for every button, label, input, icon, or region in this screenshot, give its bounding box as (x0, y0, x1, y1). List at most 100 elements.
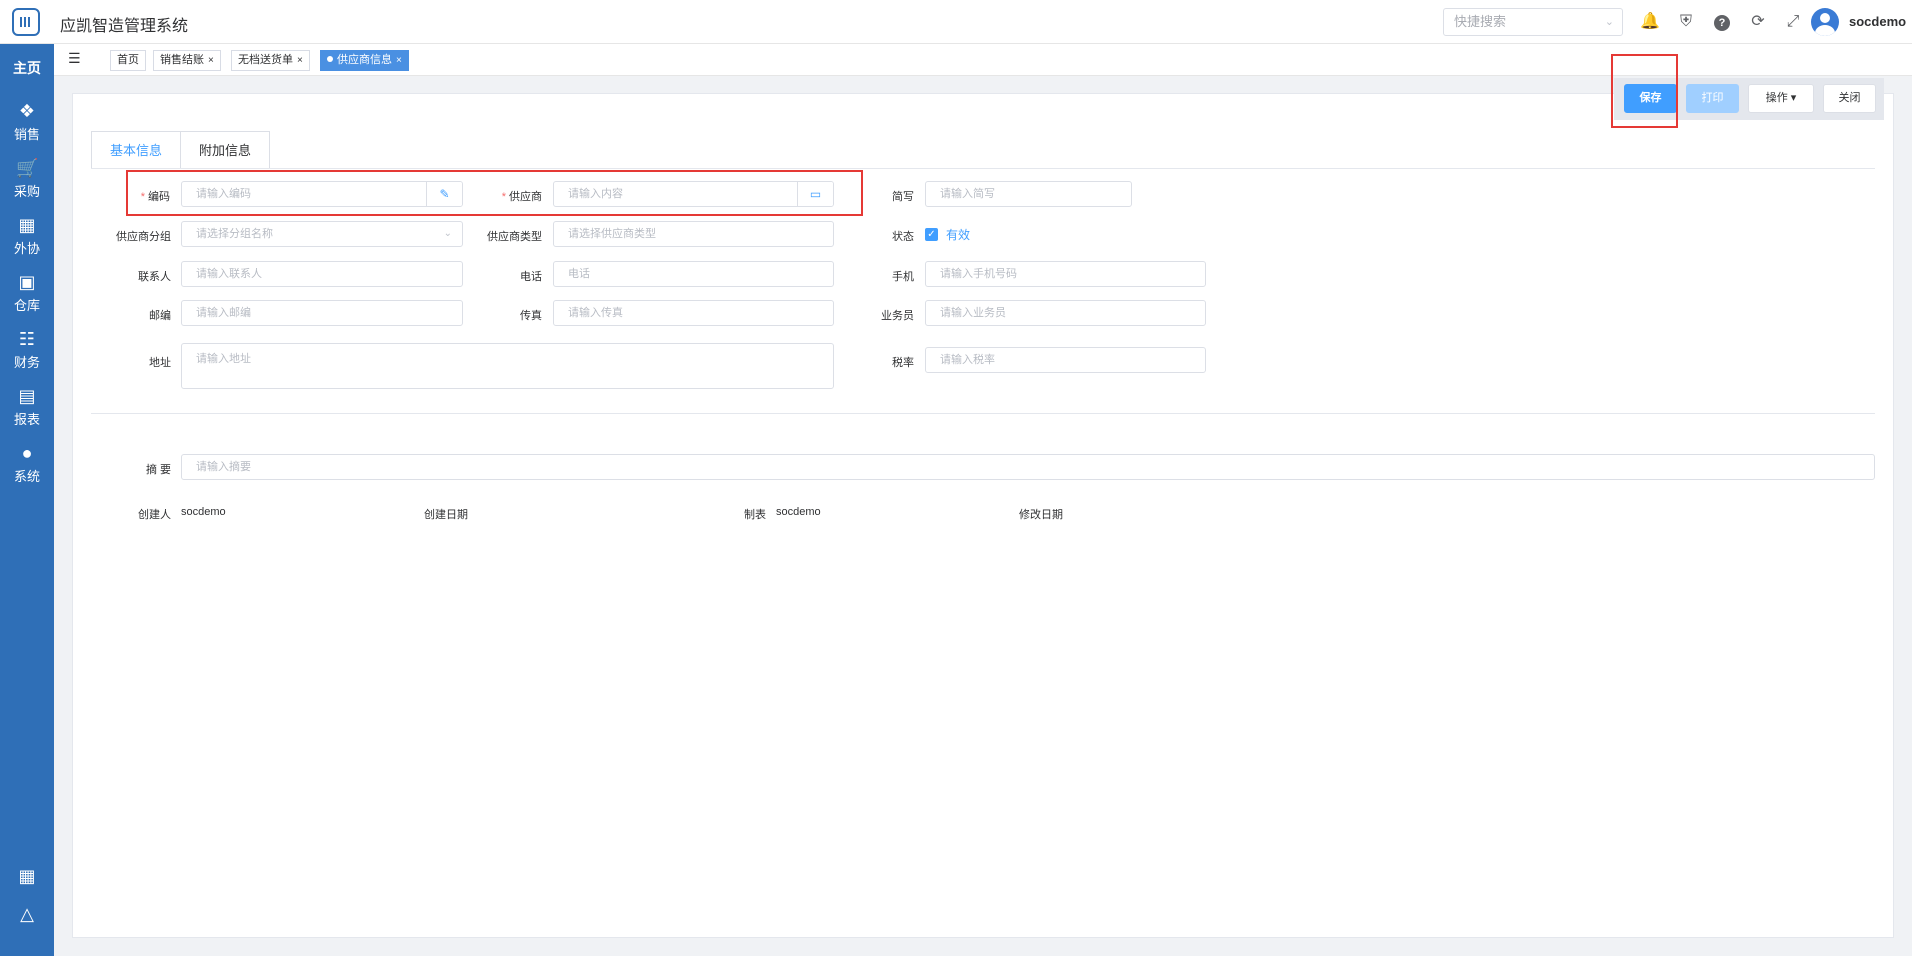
sidebar-item-label: 系统 (13, 469, 40, 484)
sidebar-item-sales[interactable]: ❖ 销售 (0, 100, 54, 143)
tab-sales-settle[interactable]: 销售结账 × (153, 50, 221, 71)
status-value[interactable]: 有效 (946, 226, 970, 243)
close-icon[interactable]: × (297, 55, 303, 66)
status-label: 状态 (892, 231, 914, 243)
group-placeholder: 请选择分组名称 (196, 228, 273, 240)
contact-label: 联系人 (138, 271, 171, 283)
chevron-down-icon: ⌄ (1604, 16, 1614, 28)
fullscreen-icon[interactable]: ⤢ (1783, 12, 1803, 32)
close-icon[interactable]: × (396, 55, 402, 66)
users-icon: ❖ (18, 101, 36, 121)
salesman-placeholder: 请输入业务员 (940, 307, 1006, 319)
type-label: 供应商类型 (487, 231, 542, 243)
zip-label: 邮编 (149, 310, 171, 322)
menu-collapse-icon[interactable]: ☰ (68, 50, 81, 67)
network-icon[interactable]: △ (0, 904, 54, 925)
shield-icon[interactable]: ⛨ (1676, 12, 1696, 32)
fax-label: 传真 (520, 310, 542, 322)
sidebar-item-outsource[interactable]: ▦ 外协 (0, 214, 54, 257)
sidebar-item-label: 财务 (13, 355, 40, 370)
summary-placeholder: 请输入摘要 (196, 461, 251, 473)
content-card (72, 93, 1894, 938)
address-label: 地址 (149, 357, 171, 369)
phone-input[interactable]: 电话 (553, 261, 834, 287)
sidebar-item-report[interactable]: ▤ 报表 (0, 385, 54, 428)
operate-dropdown-button[interactable]: 操作 ▾ (1748, 84, 1814, 113)
sidebar-item-label: 报表 (13, 412, 40, 427)
sidebar-item-label: 销售 (13, 127, 40, 142)
bell-icon[interactable]: 🔔 (1640, 12, 1660, 32)
outsource-icon: ▦ (18, 215, 36, 235)
tab-divider (91, 168, 1875, 169)
tax-label: 税率 (892, 357, 914, 369)
abbr-placeholder: 请输入简写 (940, 188, 995, 200)
highlight-box-fields (126, 170, 863, 216)
tab-home[interactable]: 首页 (110, 50, 146, 71)
summary-label: 摘 要 (145, 464, 171, 476)
tab-label: 首页 (117, 54, 139, 66)
maker-label: 制表 (744, 509, 766, 521)
tab-delivery[interactable]: 无档送货单 × (231, 50, 310, 71)
quick-search-placeholder: 快捷搜索 (1454, 14, 1507, 29)
help-icon[interactable]: ? (1712, 12, 1732, 32)
group-select[interactable]: 请选择分组名称 ⌄ (181, 221, 463, 247)
zip-input[interactable]: 请输入邮编 (181, 300, 463, 326)
barcode-logo-icon (12, 8, 40, 36)
salesman-label: 业务员 (881, 310, 914, 322)
salesman-input[interactable]: 请输入业务员 (925, 300, 1206, 326)
tab-supplier-info[interactable]: 供应商信息 × (320, 50, 409, 71)
tab-basic-info[interactable]: 基本信息 (92, 132, 182, 169)
top-bar: 应凯智造管理系统 快捷搜索 ⌄ 🔔 ⛨ ? ⟳ ⤢ socdemo (0, 0, 1912, 44)
abbr-label: 简写 (892, 191, 914, 203)
modified-date-label: 修改日期 (1019, 509, 1063, 521)
sidebar-item-purchase[interactable]: 🛒 采购 (0, 157, 54, 200)
tab-extra-info[interactable]: 附加信息 (181, 132, 269, 169)
address-textarea[interactable]: 请输入地址 (181, 343, 834, 389)
sidebar-item-finance[interactable]: ☷ 财务 (0, 328, 54, 371)
type-placeholder: 请选择供应商类型 (568, 228, 656, 240)
zip-placeholder: 请输入邮编 (196, 307, 251, 319)
status-checkbox[interactable]: ✓ (925, 228, 938, 241)
quick-search-select[interactable]: 快捷搜索 ⌄ (1443, 8, 1623, 36)
close-button[interactable]: 关闭 (1823, 84, 1876, 113)
abbr-input[interactable]: 请输入简写 (925, 181, 1132, 207)
person-icon: ● (21, 443, 33, 463)
tax-placeholder: 请输入税率 (940, 354, 995, 366)
contact-placeholder: 请输入联系人 (196, 268, 262, 280)
form-tabs: 基本信息 附加信息 (91, 131, 271, 169)
sidebar-item-label: 外协 (13, 241, 40, 256)
grid-icon[interactable]: ▦ (0, 866, 54, 887)
mobile-input[interactable]: 请输入手机号码 (925, 261, 1206, 287)
phone-placeholder: 电话 (568, 268, 590, 280)
contact-input[interactable]: 请输入联系人 (181, 261, 463, 287)
print-button[interactable]: 打印 (1686, 84, 1739, 113)
phone-label: 电话 (520, 271, 542, 283)
cart-icon: 🛒 (16, 158, 39, 178)
avatar[interactable] (1811, 8, 1839, 36)
summary-input[interactable]: 请输入摘要 (181, 454, 1875, 480)
group-label: 供应商分组 (116, 231, 171, 243)
highlight-box-save (1611, 54, 1678, 128)
chart-icon: ▤ (18, 386, 36, 406)
username[interactable]: socdemo (1849, 14, 1906, 29)
refresh-icon[interactable]: ⟳ (1748, 12, 1768, 32)
chevron-down-icon: ⌄ (443, 228, 452, 239)
creator-label: 创建人 (138, 509, 171, 521)
creator-value: socdemo (181, 506, 226, 518)
sidebar-item-label: 采购 (13, 184, 40, 199)
section-divider (91, 413, 1875, 414)
warehouse-icon: ▣ (18, 272, 36, 292)
type-select[interactable]: 请选择供应商类型 (553, 221, 834, 247)
close-icon[interactable]: × (208, 55, 214, 66)
mobile-label: 手机 (892, 271, 914, 283)
sidebar-item-home[interactable]: 主页 (0, 58, 54, 78)
fax-placeholder: 请输入传真 (568, 307, 623, 319)
finance-icon: ☷ (18, 329, 36, 349)
tax-input[interactable]: 请输入税率 (925, 347, 1206, 373)
fax-input[interactable]: 请输入传真 (553, 300, 834, 326)
maker-value: socdemo (776, 506, 821, 518)
tab-label: 无档送货单 (238, 54, 293, 66)
sidebar-item-system[interactable]: ● 系统 (0, 442, 54, 485)
tab-label: 销售结账 (160, 54, 204, 66)
sidebar-item-warehouse[interactable]: ▣ 仓库 (0, 271, 54, 314)
